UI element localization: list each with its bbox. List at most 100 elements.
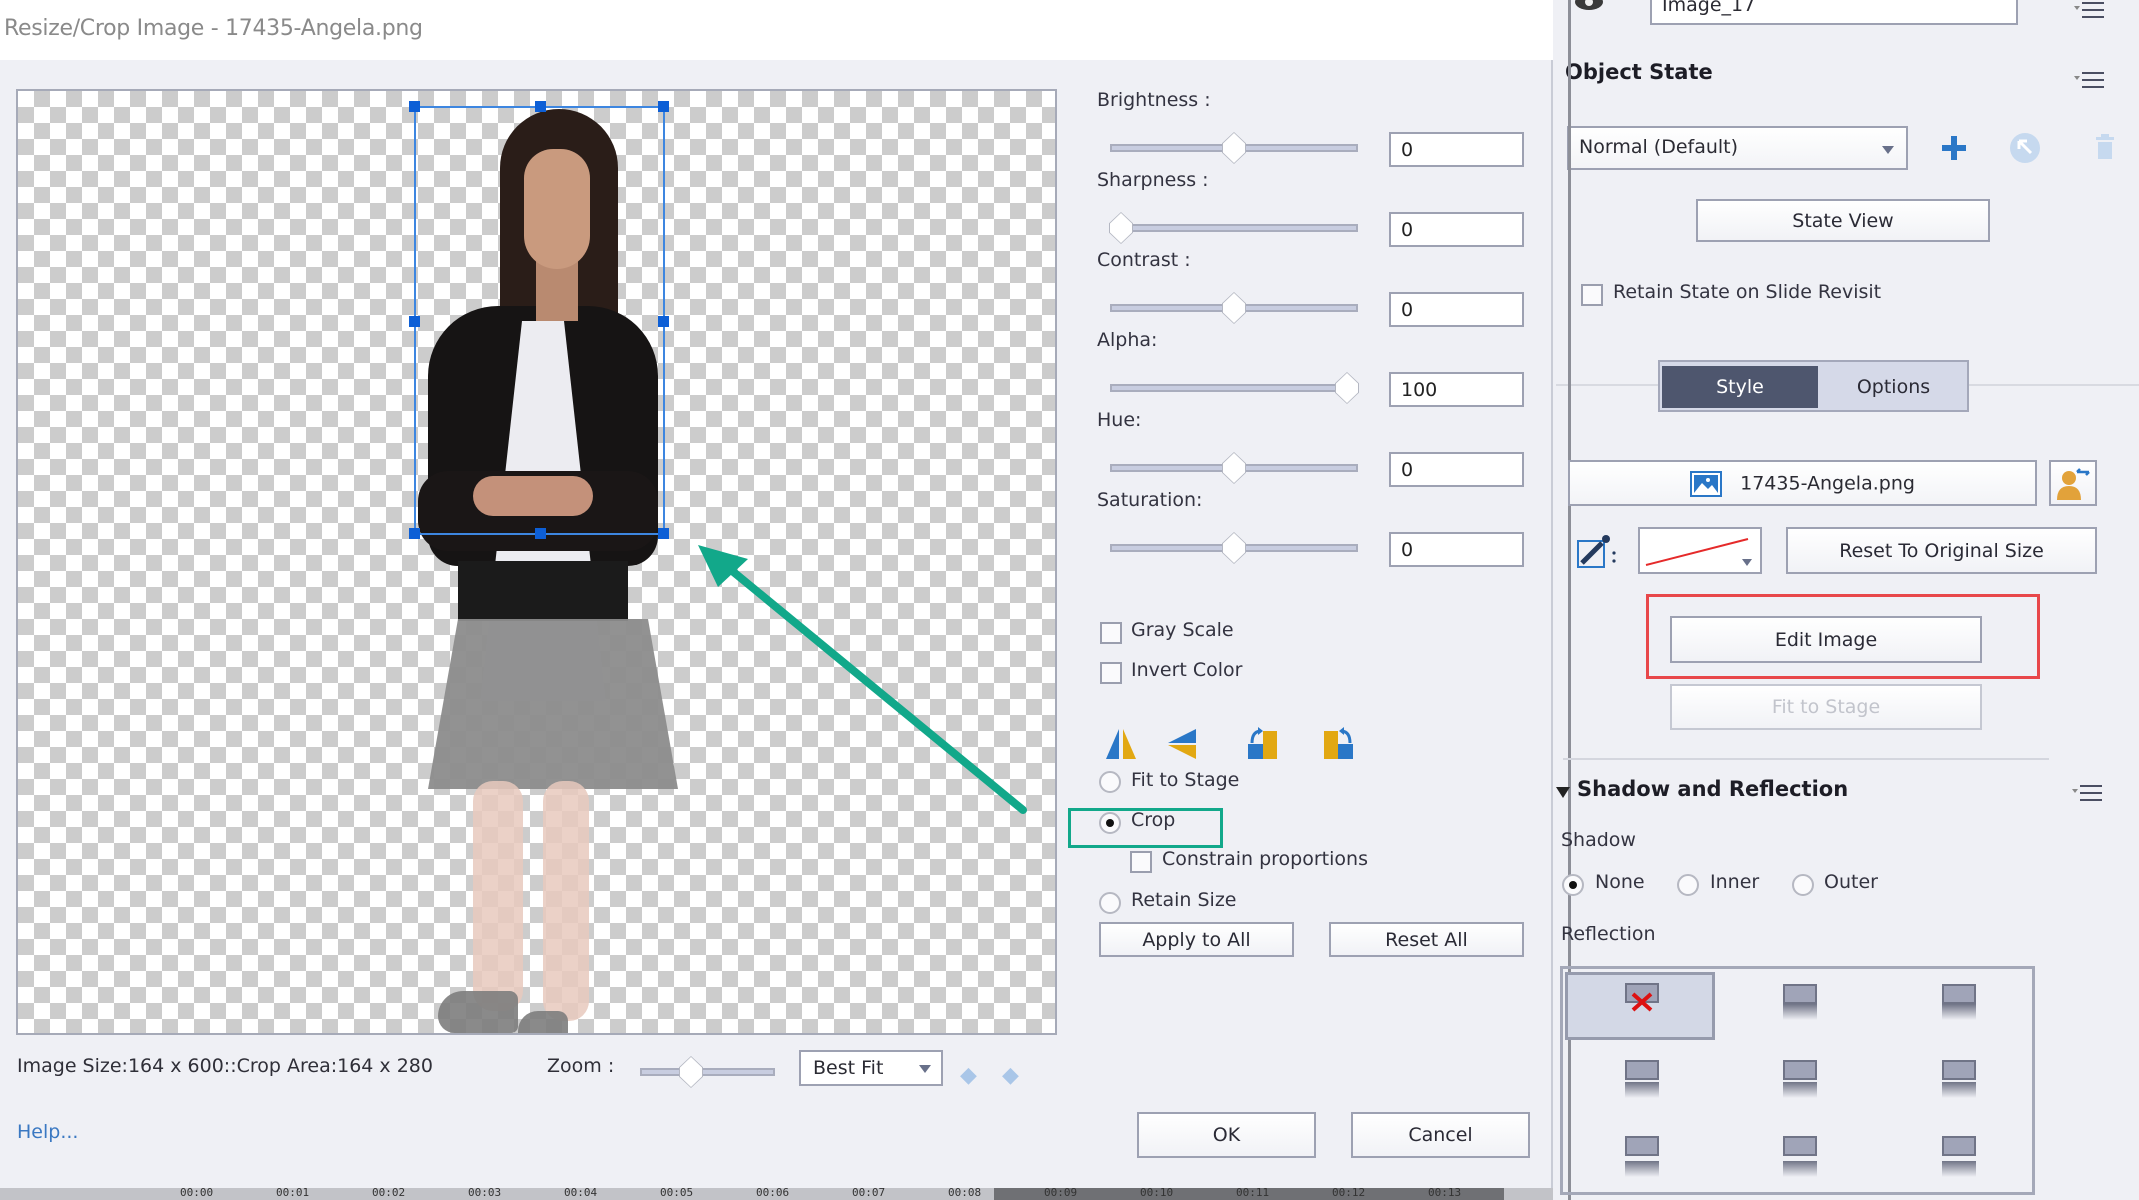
reflection-preset[interactable]	[1726, 974, 1876, 1042]
fit-to-stage-label: Fit to Stage	[1131, 769, 1240, 791]
slider-thumb-face[interactable]	[1110, 213, 1132, 243]
flip-vertical-icon[interactable]	[1166, 727, 1200, 761]
zoom-select[interactable]: Best Fit	[799, 1050, 943, 1086]
reset-to-original-size-button[interactable]: Reset To Original Size	[1786, 527, 2097, 574]
shadow-none-radio[interactable]	[1562, 874, 1584, 896]
crop-handle-top[interactable]	[535, 101, 546, 112]
help-link[interactable]: Help...	[17, 1121, 78, 1143]
slider-thumb-face[interactable]	[1223, 133, 1245, 163]
crop-handle-top-left[interactable]	[409, 101, 420, 112]
gray-scale-checkbox[interactable]	[1100, 622, 1122, 644]
adjustment-slider[interactable]	[1110, 532, 1358, 564]
adjustment-slider[interactable]	[1110, 292, 1358, 324]
rotate-right-icon[interactable]	[1246, 727, 1280, 761]
line-style-select[interactable]	[1638, 527, 1762, 574]
adjustment-label: Saturation:	[1097, 489, 1203, 511]
slider-thumb-face[interactable]	[1223, 533, 1245, 563]
retain-size-radio[interactable]	[1099, 892, 1121, 914]
reflection-preset[interactable]	[1568, 1126, 1718, 1194]
object-state-menu-icon[interactable]	[2074, 70, 2104, 90]
shadow-reflection-title: Shadow and Reflection	[1577, 777, 1849, 801]
adjustment-value-input[interactable]: 0	[1389, 532, 1524, 567]
state-view-button[interactable]: State View	[1696, 199, 1990, 242]
replace-image-button[interactable]	[2049, 460, 2097, 506]
reflection-preset[interactable]	[1726, 1126, 1876, 1194]
panel-menu-icon[interactable]	[2074, 0, 2104, 20]
item-name-field[interactable]: Image_17	[1650, 0, 2018, 25]
image-file-name: 17435-Angela.png	[1740, 472, 1915, 495]
reflection-preset[interactable]	[1885, 1126, 2035, 1194]
fit-to-stage-radio[interactable]	[1099, 771, 1121, 793]
eye-icon[interactable]	[1574, 0, 1604, 12]
shadow-inner-radio[interactable]	[1677, 874, 1699, 896]
eyedropper-icon[interactable]	[1576, 533, 1618, 571]
tab-style[interactable]: Style	[1662, 366, 1818, 408]
reflection-shadow	[1625, 1082, 1659, 1098]
adjustment-value-input[interactable]: 0	[1389, 292, 1524, 327]
apply-to-all-button[interactable]: Apply to All	[1099, 922, 1294, 957]
arrow-left-icon[interactable]: ◆	[960, 1063, 977, 1088]
reflection-shadow	[1942, 1082, 1976, 1098]
slider-thumb-face[interactable]	[1336, 373, 1358, 403]
invert-color-checkbox[interactable]	[1100, 662, 1122, 684]
timeline-tick-label: 00:02	[372, 1188, 406, 1199]
reset-all-button[interactable]: Reset All	[1329, 922, 1524, 957]
collapse-triangle-icon[interactable]	[1556, 787, 1570, 798]
zoom-slider[interactable]	[640, 1056, 775, 1088]
adjustment-slider[interactable]	[1110, 132, 1358, 164]
adjustment-slider[interactable]	[1110, 452, 1358, 484]
image-file-field[interactable]: 17435-Angela.png	[1568, 460, 2037, 506]
timeline-tick-label: 00:04	[564, 1188, 598, 1199]
adjustment-slider[interactable]	[1110, 372, 1359, 404]
retain-state-checkbox[interactable]	[1581, 284, 1603, 306]
image-preview-canvas[interactable]	[16, 89, 1057, 1035]
chevron-down-icon	[919, 1065, 931, 1073]
slider-thumb-face[interactable]	[1223, 453, 1245, 483]
crop-handle-left[interactable]	[409, 316, 420, 327]
zoom-slider-thumb-face[interactable]	[680, 1057, 702, 1087]
crop-handle-bottom[interactable]	[535, 528, 546, 539]
reflection-preset[interactable]	[1885, 1050, 2035, 1118]
fit-to-stage-button[interactable]: Fit to Stage	[1670, 684, 1982, 730]
crop-selection-box[interactable]	[409, 101, 669, 539]
object-state-title: Object State	[1565, 60, 1713, 84]
shadow-menu-icon[interactable]	[2072, 783, 2102, 803]
slider-thumb-face[interactable]	[1223, 293, 1245, 323]
timeline-tick-label: 00:13	[1428, 1188, 1462, 1199]
adjustment-value-input[interactable]: 0	[1389, 212, 1524, 247]
shadow-outer-radio[interactable]	[1792, 874, 1814, 896]
add-state-icon[interactable]	[1940, 134, 1968, 162]
adjustment-slider[interactable]	[1109, 212, 1358, 244]
adjustment-label: Contrast :	[1097, 249, 1191, 271]
adjustment-value-input[interactable]: 0	[1389, 132, 1524, 167]
rotate-left-icon[interactable]	[1322, 727, 1356, 761]
tab-options[interactable]: Options	[1820, 366, 1967, 408]
constrain-proportions-label: Constrain proportions	[1162, 848, 1368, 870]
crop-handle-bottom-left[interactable]	[409, 528, 420, 539]
chevron-down-icon	[1742, 559, 1752, 566]
crop-handle-top-right[interactable]	[658, 101, 669, 112]
edit-image-button[interactable]: Edit Image	[1670, 616, 1982, 663]
state-select[interactable]: Normal (Default)	[1567, 126, 1908, 170]
reflection-none[interactable]	[1565, 972, 1715, 1040]
reflection-preview-icon	[1625, 1136, 1659, 1156]
timeline-strip[interactable]: 00:00 00:01 00:02 00:03 00:04 00:05 00:06 00:07…	[0, 1188, 1553, 1200]
adjustment-value-input[interactable]: 0	[1389, 452, 1524, 487]
delete-state-icon[interactable]	[2094, 133, 2116, 161]
crop-handle-bottom-right[interactable]	[658, 528, 669, 539]
cancel-button[interactable]: Cancel	[1351, 1112, 1530, 1158]
reflection-preset[interactable]	[1726, 1050, 1876, 1118]
timeline-tick-label: 00:07	[852, 1188, 886, 1199]
shadow-inner-label: Inner	[1710, 871, 1760, 893]
flip-horizontal-icon[interactable]	[1104, 727, 1138, 761]
adjustment-value-input[interactable]: 100	[1389, 372, 1524, 407]
reset-state-icon[interactable]	[2008, 131, 2042, 165]
constrain-proportions-checkbox[interactable]	[1130, 851, 1152, 873]
reflection-preset[interactable]	[1885, 974, 2035, 1042]
reflection-preview-icon	[1942, 1060, 1976, 1080]
reflection-preset[interactable]	[1568, 1050, 1718, 1118]
crop-handle-right[interactable]	[658, 316, 669, 327]
ok-button[interactable]: OK	[1137, 1112, 1316, 1158]
arrow-right-icon[interactable]: ◆	[1002, 1063, 1019, 1088]
slider-track	[1110, 384, 1358, 392]
